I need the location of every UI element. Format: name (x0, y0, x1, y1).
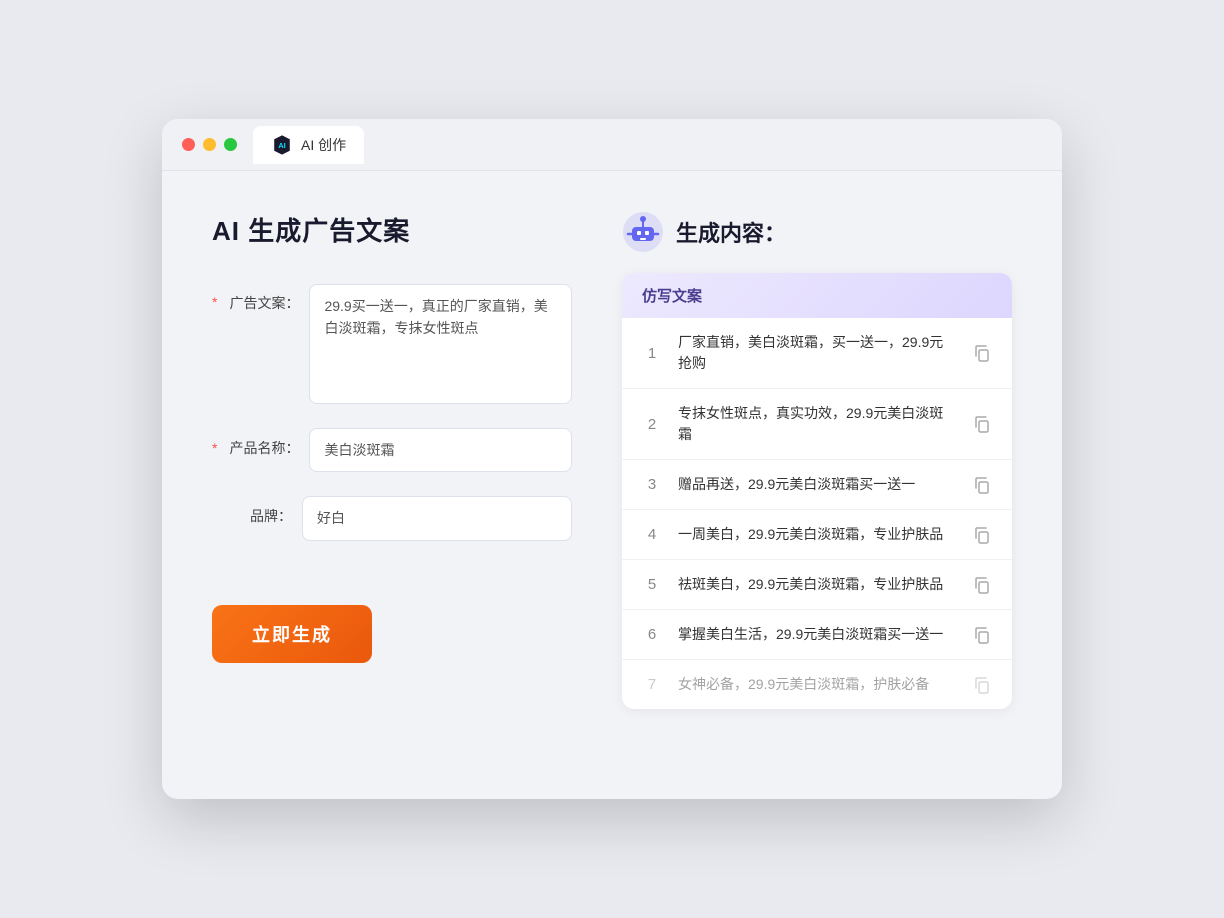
copy-icon-2[interactable] (972, 414, 992, 434)
svg-text:AI: AI (278, 140, 285, 149)
product-name-required-star: * (212, 440, 217, 456)
row-num-6: 6 (642, 626, 662, 643)
row-num-2: 2 (642, 416, 662, 433)
brand-label: 品牌： (212, 496, 292, 536)
row-text-3: 赠品再送，29.9元美白淡斑霜买一送一 (678, 474, 956, 495)
result-table: 仿写文案 1 厂家直销，美白淡斑霜，买一送一，29.9元抢购 2 专抹女性斑点，… (622, 273, 1012, 709)
row-text-2: 专抹女性斑点，真实功效，29.9元美白淡斑霜 (678, 403, 956, 445)
maximize-button[interactable] (224, 138, 237, 151)
row-num-7: 7 (642, 676, 662, 693)
title-bar: AI AI 创作 (162, 119, 1062, 171)
brand-input[interactable] (302, 496, 572, 540)
result-header: 生成内容： (622, 211, 1012, 253)
row-text-6: 掌握美白生活，29.9元美白淡斑霜买一送一 (678, 624, 956, 645)
row-num-4: 4 (642, 526, 662, 543)
result-title: 生成内容： (676, 216, 786, 248)
right-panel: 生成内容： 仿写文案 1 厂家直销，美白淡斑霜，买一送一，29.9元抢购 2 专… (622, 211, 1012, 751)
ad-copy-input[interactable]: 29.9买一送一，真正的厂家直销，美白淡斑霜，专抹女性斑点 (309, 284, 572, 404)
page-title: AI 生成广告文案 (212, 211, 572, 248)
result-row-3: 3 赠品再送，29.9元美白淡斑霜买一送一 (622, 460, 1012, 510)
minimize-button[interactable] (203, 138, 216, 151)
row-num-5: 5 (642, 576, 662, 593)
brand-group: 品牌： (212, 496, 572, 540)
robot-icon (622, 211, 664, 253)
ai-tab[interactable]: AI AI 创作 (253, 126, 364, 164)
row-num-1: 1 (642, 345, 662, 362)
copy-icon-3[interactable] (972, 475, 992, 495)
copy-icon-7[interactable] (972, 675, 992, 695)
tab-label: AI 创作 (301, 135, 346, 155)
table-header: 仿写文案 (622, 273, 1012, 318)
result-row-2: 2 专抹女性斑点，真实功效，29.9元美白淡斑霜 (622, 389, 1012, 460)
copy-icon-5[interactable] (972, 575, 992, 595)
browser-window: AI AI 创作 AI 生成广告文案 * 广告文案： 29.9买一送一，真正的厂… (162, 119, 1062, 799)
row-num-3: 3 (642, 476, 662, 493)
close-button[interactable] (182, 138, 195, 151)
generate-button[interactable]: 立即生成 (212, 605, 372, 663)
result-row-7: 7 女神必备，29.9元美白淡斑霜，护肤必备 (622, 660, 1012, 709)
result-row-1: 1 厂家直销，美白淡斑霜，买一送一，29.9元抢购 (622, 318, 1012, 389)
result-row-6: 6 掌握美白生活，29.9元美白淡斑霜买一送一 (622, 610, 1012, 660)
row-text-5: 祛斑美白，29.9元美白淡斑霜，专业护肤品 (678, 574, 956, 595)
product-name-group: * 产品名称： (212, 428, 572, 472)
ad-copy-label: 广告文案： (219, 294, 299, 314)
copy-icon-1[interactable] (972, 343, 992, 363)
product-name-label: 产品名称： (219, 428, 299, 468)
left-panel: AI 生成广告文案 * 广告文案： 29.9买一送一，真正的厂家直销，美白淡斑霜… (212, 211, 572, 751)
window-controls (182, 138, 237, 151)
content-area: AI 生成广告文案 * 广告文案： 29.9买一送一，真正的厂家直销，美白淡斑霜… (162, 171, 1062, 791)
copy-icon-6[interactable] (972, 625, 992, 645)
row-text-1: 厂家直销，美白淡斑霜，买一送一，29.9元抢购 (678, 332, 956, 374)
ad-copy-group: * 广告文案： 29.9买一送一，真正的厂家直销，美白淡斑霜，专抹女性斑点 (212, 284, 572, 404)
result-row-5: 5 祛斑美白，29.9元美白淡斑霜，专业护肤品 (622, 560, 1012, 610)
copy-icon-4[interactable] (972, 525, 992, 545)
row-text-4: 一周美白，29.9元美白淡斑霜，专业护肤品 (678, 524, 956, 545)
result-row-4: 4 一周美白，29.9元美白淡斑霜，专业护肤品 (622, 510, 1012, 560)
product-name-input[interactable] (309, 428, 572, 472)
ai-tab-icon: AI (271, 134, 293, 156)
row-text-7: 女神必备，29.9元美白淡斑霜，护肤必备 (678, 674, 956, 695)
ad-copy-required-star: * (212, 294, 217, 310)
